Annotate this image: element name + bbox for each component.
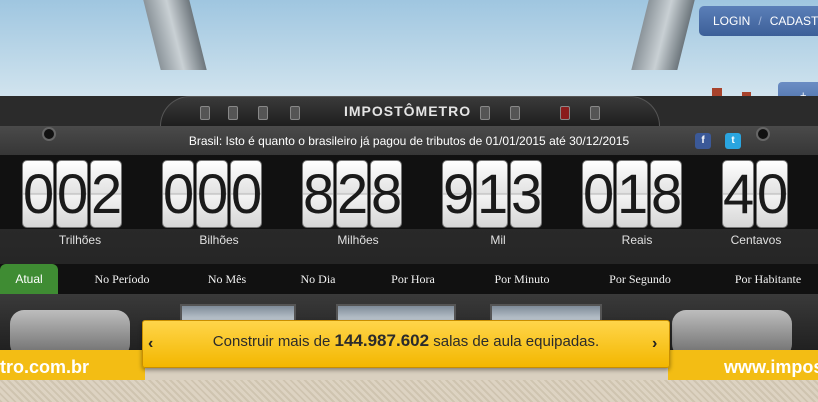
unit-label: Bilhões (199, 233, 239, 247)
cockpit-pillar-right (631, 0, 695, 70)
auth-separator: / (758, 14, 762, 28)
digit: 8 (370, 160, 402, 228)
tab-no-periodo[interactable]: No Período (82, 264, 162, 294)
digit: 1 (476, 160, 508, 228)
ticker-prev-icon[interactable]: ‹ (148, 335, 153, 353)
site-url-left: tro.com.br (0, 357, 90, 377)
ticker-prefix: Construir mais de (212, 333, 331, 350)
digit: 0 (582, 160, 614, 228)
cockpit-pillar-left (143, 0, 207, 70)
ticker-next-icon[interactable]: › (652, 335, 657, 353)
login-link[interactable]: LOGIN (713, 14, 750, 28)
knob-icon (258, 106, 268, 120)
digit: 9 (442, 160, 474, 228)
tab-por-hora[interactable]: Por Hora (378, 264, 448, 294)
site-url-right: www.impost (724, 357, 818, 377)
ticker-suffix: salas de aula equipadas. (433, 333, 600, 350)
digit: 3 (510, 160, 542, 228)
knob-icon (560, 106, 570, 120)
tab-por-minuto[interactable]: Por Minuto (480, 264, 564, 294)
tab-no-dia[interactable]: No Dia (288, 264, 348, 294)
digit-group-milhoes: 8 2 8 (302, 160, 402, 228)
knob-icon (200, 106, 210, 120)
tab-atual[interactable]: Atual (0, 264, 58, 294)
knob-icon (290, 106, 300, 120)
brand-logo: IMPOSTÔMETRO (344, 103, 472, 119)
footer-texture (0, 380, 818, 402)
twitter-icon[interactable]: t (725, 133, 741, 149)
digit: 2 (90, 160, 122, 228)
tab-no-mes[interactable]: No Mês (192, 264, 262, 294)
digit: 0 (162, 160, 194, 228)
knob-icon (590, 106, 600, 120)
digit: 8 (302, 160, 334, 228)
digit-group-mil: 9 1 3 (442, 160, 542, 228)
unit-label: Reais (621, 233, 653, 247)
tab-por-habitante[interactable]: Por Habitante (718, 264, 818, 294)
digit: 0 (196, 160, 228, 228)
knob-icon (228, 106, 238, 120)
digit: 0 (230, 160, 262, 228)
unit-label: Mil (490, 233, 506, 247)
unit-label: Milhões (337, 233, 379, 247)
digit-strip (0, 155, 818, 229)
tab-por-segundo[interactable]: Por Segundo (595, 264, 685, 294)
register-link[interactable]: CADAST (770, 14, 818, 28)
digit-group-reais: 0 1 8 (582, 160, 682, 228)
digit-group-bilhoes: 0 0 0 (162, 160, 262, 228)
unit-label: Centavos (730, 233, 782, 247)
digit: 4 (722, 160, 754, 228)
digit: 1 (616, 160, 648, 228)
knob-icon (480, 106, 490, 120)
digit-group-trilhoes: 0 0 2 (22, 160, 122, 228)
ticker-value: 144.987.602 (334, 331, 430, 350)
digit: 0 (56, 160, 88, 228)
ticker-text: Construir mais de 144.987.602 salas de a… (142, 331, 670, 351)
digit: 8 (650, 160, 682, 228)
digit: 0 (756, 160, 788, 228)
digit-group-centavos: 4 0 (722, 160, 788, 228)
auth-bar: LOGIN / CADAST (699, 6, 818, 36)
facebook-icon[interactable]: f (695, 133, 711, 149)
unit-label: Trilhões (58, 233, 102, 247)
digit: 0 (22, 160, 54, 228)
knob-icon (510, 106, 520, 120)
digit: 2 (336, 160, 368, 228)
